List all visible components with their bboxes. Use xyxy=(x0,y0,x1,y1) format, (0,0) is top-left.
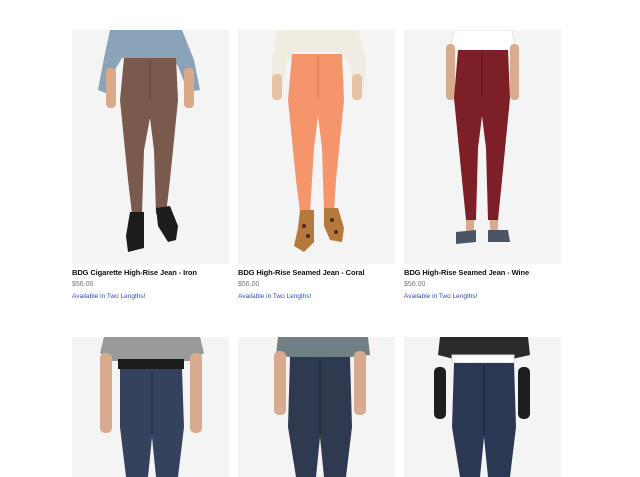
product-image[interactable] xyxy=(404,337,561,477)
product-title[interactable]: BDG High-Rise Seamed Jean - Wine xyxy=(404,268,561,277)
product-image[interactable] xyxy=(238,337,395,477)
product-image[interactable] xyxy=(72,337,229,477)
product-card[interactable]: BDG Cigarette High-Rise Jean - Iron $56.… xyxy=(72,30,229,337)
product-price: $56.00 xyxy=(72,281,94,288)
availability-link[interactable]: Available in Two Lengths! xyxy=(72,293,229,300)
availability-link[interactable]: Available in Two Lengths! xyxy=(238,293,395,300)
product-card[interactable]: BDG High-Rise Seamed Jean - Wine $56.00 … xyxy=(404,30,561,337)
product-image[interactable] xyxy=(238,30,395,264)
product-card[interactable] xyxy=(238,337,395,477)
product-card[interactable] xyxy=(404,337,561,477)
product-price: $56.00 xyxy=(238,281,260,288)
product-image[interactable] xyxy=(404,30,561,264)
product-price: $56.00 xyxy=(404,281,426,288)
product-title[interactable]: BDG High-Rise Seamed Jean - Coral xyxy=(238,268,395,277)
product-grid: BDG Cigarette High-Rise Jean - Iron $56.… xyxy=(72,30,561,477)
product-card[interactable]: BDG High-Rise Seamed Jean - Coral $56.00… xyxy=(238,30,395,337)
product-card[interactable] xyxy=(72,337,229,477)
availability-link[interactable]: Available in Two Lengths! xyxy=(404,293,561,300)
product-title[interactable]: BDG Cigarette High-Rise Jean - Iron xyxy=(72,268,229,277)
product-image[interactable] xyxy=(72,30,229,264)
